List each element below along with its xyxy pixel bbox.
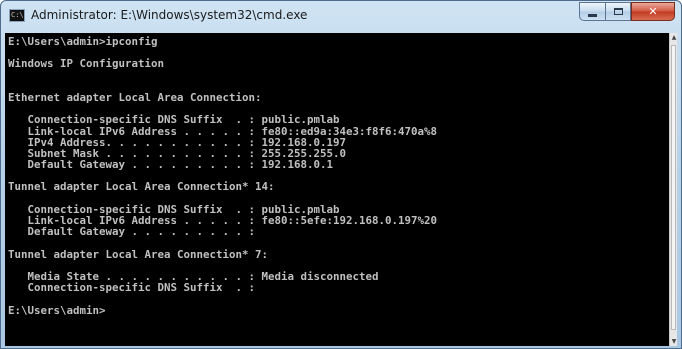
vertical-scrollbar[interactable]: ▲ ▼ — [669, 33, 677, 346]
console-line: Link-local IPv6 Address . . . . . : fe80… — [8, 124, 438, 138]
console-output[interactable]: E:\Users\admin>ipconfig Windows IP Config… — [5, 33, 671, 346]
scroll-thumb[interactable] — [671, 45, 676, 330]
console-line: E:\Users\admin>ipconfig — [8, 35, 158, 48]
console-line: Tunnel adapter Local Area Connection* 14… — [8, 180, 275, 194]
console-line: Default Gateway . . . . . . . . . : — [8, 225, 256, 239]
cmd-window: C:\ Administrator: E:\Windows\system32\c… — [0, 0, 682, 349]
scroll-down-icon[interactable]: ▼ — [670, 337, 678, 346]
close-icon: ✕ — [648, 5, 658, 18]
scroll-up-icon[interactable]: ▲ — [670, 33, 678, 42]
window-title: Administrator: E:\Windows\system32\cmd.e… — [31, 8, 308, 22]
minimize-icon — [588, 13, 597, 17]
cmd-icon[interactable]: C:\ — [9, 9, 25, 22]
console-line: Windows IP Configuration — [8, 57, 165, 71]
minimize-button[interactable] — [579, 2, 605, 21]
console-text: E:\Users\admin>ipconfig Windows IP Config… — [5, 33, 671, 316]
console-line: Ethernet adapter Local Area Connection: — [8, 90, 262, 104]
maximize-button[interactable] — [605, 2, 631, 21]
console-line: Connection-specific DNS Suffix . : — [8, 281, 256, 295]
maximize-icon — [613, 8, 623, 15]
caption-buttons: ✕ — [579, 2, 675, 22]
console-line: Tunnel adapter Local Area Connection* 7: — [8, 247, 269, 261]
title-bar[interactable]: C:\ Administrator: E:\Windows\system32\c… — [1, 1, 681, 33]
console-line: Connection-specific DNS Suffix . : publi… — [8, 113, 340, 127]
console-line: Default Gateway . . . . . . . . . : 192.… — [8, 158, 334, 172]
close-button[interactable]: ✕ — [631, 2, 675, 21]
console-line: E:\Users\admin> — [8, 303, 106, 317]
